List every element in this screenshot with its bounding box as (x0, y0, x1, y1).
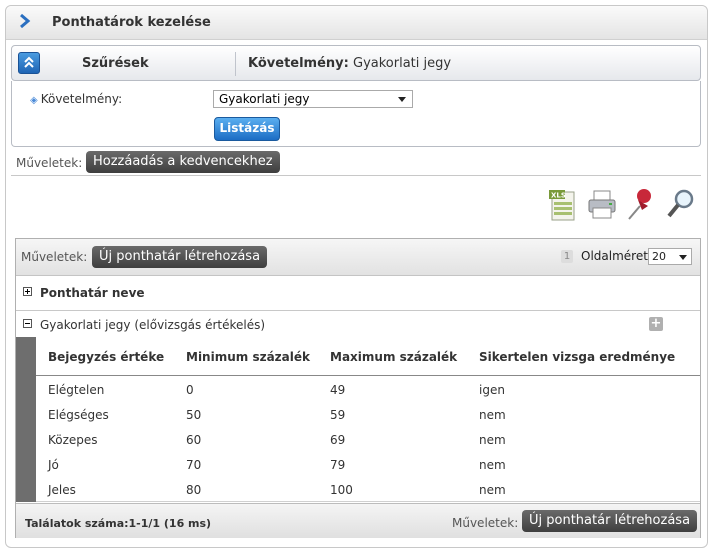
cell-failed-exam: nem (479, 408, 506, 422)
double-chevron-up-icon (24, 56, 34, 68)
pin-icon[interactable] (624, 186, 658, 224)
grid-toolbar: Műveletek: Új ponthatár létrehozása 1 Ol… (16, 239, 700, 276)
collapse-filter-button[interactable] (18, 52, 40, 74)
requirement-select[interactable]: Gyakorlati jegy (213, 90, 413, 108)
grid-footer: Találatok száma:1-1/1 (16 ms) Műveletek:… (16, 503, 700, 538)
filter-bar[interactable]: Szűrések Követelmény: Gyakorlati jegy (11, 45, 701, 81)
cell-max-percent: 49 (330, 383, 346, 397)
sub-header-entry-value[interactable]: Bejegyzés értéke (48, 350, 164, 364)
cell-entry-value: Jeles (48, 483, 76, 497)
filter-summary: Követelmény: Gyakorlati jegy (248, 56, 451, 71)
requirement-label-text: Követelmény: (40, 92, 123, 106)
add-row-button[interactable]: + (649, 317, 663, 331)
print-icon[interactable] (585, 186, 619, 224)
divider (11, 175, 701, 176)
filter-summary-value: Gyakorlati jegy (353, 56, 452, 71)
list-button[interactable]: Listázás (214, 117, 280, 141)
cell-failed-exam: nem (479, 483, 506, 497)
dropdown-arrow-icon (398, 97, 406, 102)
sub-header-max-percent[interactable]: Maximum százalék (330, 350, 457, 364)
diamond-icon: ◈ (30, 95, 38, 106)
cell-failed-exam: nem (479, 433, 506, 447)
cell-max-percent: 69 (330, 433, 346, 447)
cell-min-percent: 60 (186, 433, 202, 447)
sub-header-min-percent[interactable]: Minimum százalék (186, 350, 310, 364)
page-title: Ponthatárok kezelése (52, 15, 211, 30)
cell-max-percent: 79 (330, 458, 346, 472)
grid-actions-label: Műveletek: (21, 250, 88, 264)
page-number[interactable]: 1 (561, 250, 573, 263)
page-size-select[interactable]: 20 (648, 248, 692, 265)
filter-separator (235, 52, 236, 76)
cell-entry-value: Elégtelen (48, 383, 105, 397)
cell-max-percent: 100 (330, 483, 353, 497)
cell-min-percent: 50 (186, 408, 202, 422)
search-icon[interactable] (664, 186, 698, 224)
subtable: Bejegyzés értéke Minimum százalék Maximu… (16, 337, 700, 502)
collapse-group-icon[interactable] (23, 319, 32, 328)
requirement-select-value: Gyakorlati jegy (219, 92, 310, 106)
subtable-side-bar (16, 337, 36, 502)
cell-min-percent: 80 (186, 483, 202, 497)
column-header-name[interactable]: Ponthatár neve (40, 286, 145, 300)
cell-entry-value: Elégséges (48, 408, 109, 422)
svg-text:XLS: XLS (551, 192, 566, 200)
page-size-value: 20 (652, 250, 666, 263)
dropdown-arrow-icon (679, 255, 687, 260)
results-count: Találatok száma:1-1/1 (16 ms) (25, 517, 212, 530)
add-to-favorites-button[interactable]: Hozzáadás a kedvencekhez (86, 151, 280, 173)
filter-summary-key: Követelmény: (248, 56, 349, 71)
cell-min-percent: 70 (186, 458, 202, 472)
table-row[interactable]: Jeles 80 100 nem (36, 476, 700, 502)
expand-all-icon[interactable] (23, 287, 32, 296)
grid: Műveletek: Új ponthatár létrehozása 1 Ol… (15, 238, 701, 538)
page-size-label: Oldalméret (581, 249, 648, 263)
sub-header-failed-exam[interactable]: Sikertelen vizsga eredménye (479, 350, 675, 364)
table-row[interactable]: Elégséges 50 59 nem (36, 401, 700, 427)
chevron-right-icon (20, 14, 31, 28)
table-row[interactable]: Elégtelen 0 49 igen (36, 376, 700, 402)
cell-max-percent: 59 (330, 408, 346, 422)
actions-label: Műveletek: (16, 156, 83, 170)
excel-export-icon[interactable]: XLS (546, 186, 580, 224)
cell-failed-exam: nem (479, 458, 506, 472)
create-threshold-button[interactable]: Új ponthatár létrehozása (92, 246, 268, 268)
group-divider (16, 310, 700, 311)
table-row[interactable]: Közepes 60 69 nem (36, 426, 700, 452)
footer-create-threshold-button[interactable]: Új ponthatár létrehozása (522, 510, 698, 532)
filter-body: ◈ Követelmény: Gyakorlati jegy Listázás (11, 81, 701, 147)
panel-header: Ponthatárok kezelése (6, 6, 707, 40)
subtable-header: Bejegyzés értéke Minimum százalék Maximu… (36, 337, 700, 376)
cell-entry-value: Jó (48, 458, 59, 472)
cell-failed-exam: igen (479, 383, 505, 397)
filter-label: Szűrések (82, 56, 149, 71)
cell-min-percent: 0 (186, 383, 194, 397)
table-row[interactable]: Jó 70 79 nem (36, 451, 700, 477)
cell-entry-value: Közepes (48, 433, 98, 447)
requirement-label: ◈ Követelmény: (30, 92, 122, 106)
footer-actions-label: Műveletek: (452, 516, 519, 530)
group-label: Gyakorlati jegy (elővizsgás értékelés) (40, 318, 266, 332)
